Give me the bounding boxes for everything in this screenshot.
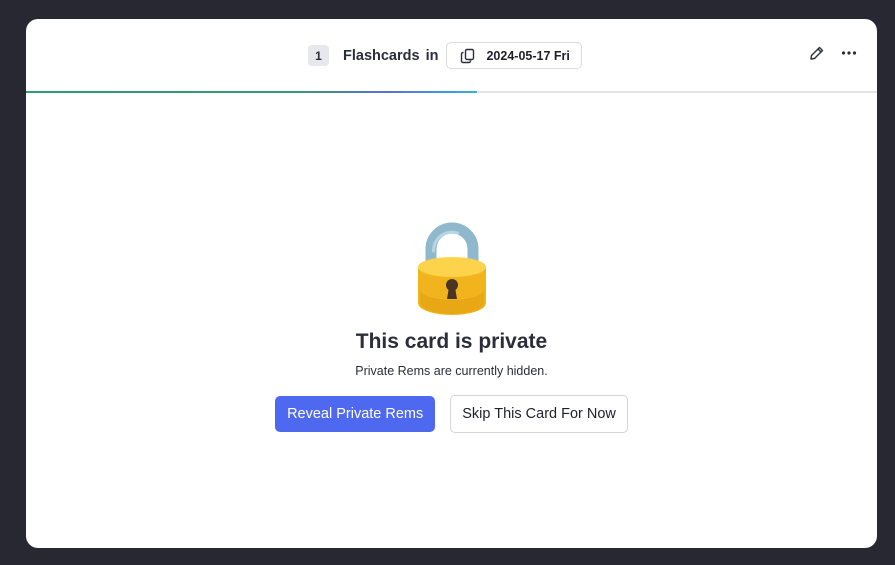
header-breadcrumb: 1 Flashcards in 2024-05-17 Fri	[308, 41, 582, 70]
reveal-private-rems-button[interactable]: Reveal Private Rems	[275, 396, 436, 432]
in-label: in	[425, 47, 439, 64]
skip-card-button[interactable]: Skip This Card For Now	[450, 395, 628, 433]
more-horizontal-icon	[841, 45, 857, 66]
review-progress-fill	[26, 91, 477, 93]
card-count-badge: 1	[308, 45, 329, 66]
flashcard-header: 1 Flashcards in 2024-05-17 Fri	[26, 19, 877, 92]
header-actions	[807, 45, 859, 65]
more-options-button[interactable]	[839, 45, 859, 65]
lock-icon	[417, 222, 486, 315]
private-card-notice: This card is private Private Rems are cu…	[26, 219, 877, 433]
private-card-title: This card is private	[355, 330, 548, 353]
document-link-button[interactable]: 2024-05-17 Fri	[446, 42, 582, 69]
edit-button[interactable]	[807, 45, 827, 65]
document-link-label: 2024-05-17 Fri	[486, 48, 570, 63]
private-card-subtitle: Private Rems are currently hidden.	[355, 364, 548, 378]
pencil-icon	[809, 45, 825, 66]
flashcard-panel: 1 Flashcards in 2024-05-17 Fri This card…	[26, 19, 877, 548]
deck-name: Flashcards	[343, 47, 420, 64]
private-card-actions: Reveal Private Rems Skip This Card For N…	[275, 395, 628, 433]
review-progress-bar	[26, 91, 877, 93]
copy-icon	[460, 48, 476, 64]
